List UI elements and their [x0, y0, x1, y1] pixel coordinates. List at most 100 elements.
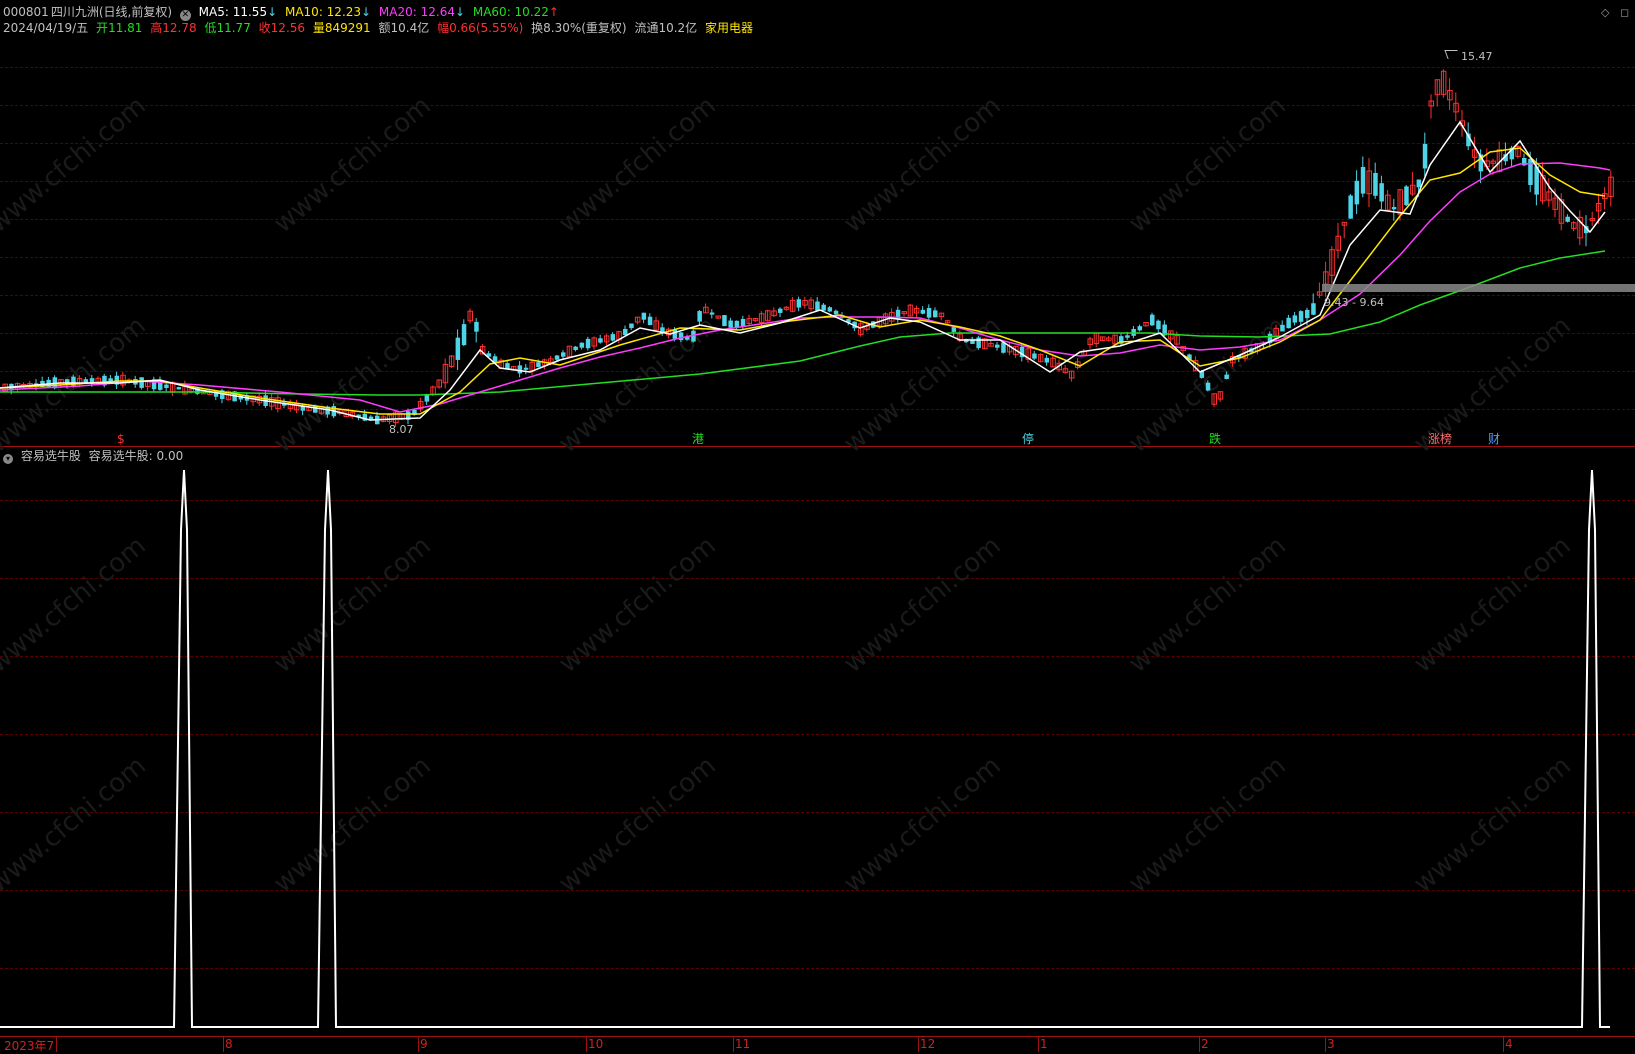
change: 幅0.66(5.55%) [437, 21, 524, 35]
chart-header: 000801 四川九洲(日线,前复权) ✕ MA5: 11.55↓ MA10: 1… [3, 5, 563, 21]
x-tick [1199, 1036, 1200, 1052]
candle-body [1565, 216, 1570, 222]
chart-mode[interactable]: (日线,前复权) [99, 5, 172, 19]
ma10-value: MA10: 12.23↓ [284, 5, 372, 19]
amount: 额10.4亿 [378, 21, 430, 35]
event-marker-drop[interactable]: 跌 [1209, 432, 1221, 446]
x-axis-label: 2 [1201, 1037, 1209, 1051]
low-mark-label: 8.07 [389, 423, 414, 436]
candle-body [1379, 183, 1384, 202]
candle-body [164, 384, 169, 388]
price-chart[interactable] [0, 40, 1635, 445]
candle-body [536, 362, 541, 367]
x-axis-label: 3 [1327, 1037, 1335, 1051]
range-box-label: 9.43 - 9.64 [1324, 296, 1384, 309]
event-marker-hk[interactable]: 港 [692, 432, 704, 446]
candle-body [821, 304, 826, 311]
candle-body [933, 310, 938, 318]
candle-body [1404, 186, 1409, 206]
ma5-value: MA5: 11.55↓ [198, 5, 278, 19]
indicator-line [0, 469, 1610, 1028]
x-tick [223, 1036, 224, 1052]
x-axis-label: 10 [588, 1037, 604, 1051]
sector-link[interactable]: 家用电器 [705, 21, 753, 35]
x-axis-label: 1 [1040, 1037, 1048, 1051]
candle-body [1205, 382, 1211, 391]
candle-body [672, 329, 678, 339]
stock-name[interactable]: 四川九洲 [51, 5, 99, 19]
indicator-chart[interactable] [0, 460, 1635, 1040]
settings-gear-icon[interactable]: ✕ [179, 10, 191, 21]
ma60-value: MA60: 10.22↑ [472, 5, 559, 19]
candle-body [1311, 303, 1316, 315]
candle-body [709, 312, 715, 315]
x-axis-label: 4 [1505, 1037, 1513, 1051]
panel-toggle-icon[interactable]: ◻ [1620, 6, 1629, 19]
candle-body [561, 352, 566, 357]
candle-body [1156, 320, 1161, 330]
float-cap: 流通10.2亿 [634, 21, 698, 35]
event-marker-dollar[interactable]: $ [117, 432, 125, 446]
candle-body [734, 320, 740, 328]
high-mark-pointer [1444, 50, 1461, 59]
high-mark-label: 15.47 [1461, 50, 1493, 63]
x-tick [1038, 1036, 1039, 1052]
candle-body [139, 377, 144, 388]
candle-body [176, 387, 182, 390]
x-axis-label: 8 [225, 1037, 233, 1051]
candle-body [610, 334, 616, 341]
x-axis [0, 1036, 1635, 1037]
x-axis-label: 2023年7 [4, 1039, 55, 1053]
candle-body [697, 311, 702, 322]
candle-body [926, 307, 932, 318]
x-tick [56, 1036, 57, 1052]
open-price: 开11.81 [96, 21, 143, 35]
candle-body [585, 338, 591, 349]
panel-divider[interactable] [0, 446, 1635, 447]
candle-body [598, 338, 603, 343]
candle-body [1280, 324, 1285, 332]
event-marker-finance[interactable]: 财 [1488, 432, 1500, 446]
candle-body [1305, 309, 1310, 319]
x-tick [418, 1036, 419, 1052]
low-price: 低11.77 [204, 21, 251, 35]
stock-code[interactable]: 000801 [3, 5, 49, 19]
candle-body [833, 310, 839, 315]
candle-body [1391, 207, 1397, 210]
candle-body [1528, 159, 1533, 185]
candle-body [474, 321, 479, 332]
candle-body [455, 337, 461, 360]
candle-body [517, 365, 523, 374]
candle-body [995, 344, 1000, 348]
ma5-line [0, 120, 1606, 421]
candle-body [461, 324, 467, 346]
bar-info-row: 2024/04/19/五 开11.81 高12.78 低11.77 收12.56… [3, 21, 757, 35]
candle-body [1150, 314, 1155, 326]
candle-body [523, 367, 529, 370]
candle-body [740, 318, 746, 327]
x-axis-label: 9 [420, 1037, 428, 1051]
candle-body [573, 346, 578, 350]
x-axis-label: 11 [735, 1037, 751, 1051]
candle-body [71, 376, 76, 387]
x-tick [586, 1036, 587, 1052]
ma20-value: MA20: 12.64↓ [378, 5, 466, 19]
bar-date: 2024/04/19/五 [3, 21, 89, 35]
candle-body [951, 327, 957, 332]
expand-diamond-icon[interactable]: ◇ [1601, 6, 1609, 19]
candle-body [1137, 326, 1143, 331]
candle-body [920, 309, 926, 314]
candle-body [1354, 180, 1360, 205]
candle-body [1416, 179, 1422, 188]
close-price: 收12.56 [258, 21, 306, 35]
candle-body [1044, 357, 1050, 363]
candle-body [976, 337, 981, 348]
candle-body [827, 307, 833, 312]
event-marker-halt[interactable]: 停 [1022, 432, 1034, 446]
event-marker-limit-list[interactable]: 涨榜 [1428, 432, 1452, 446]
candle-body [623, 328, 628, 336]
turnover: 换8.30%(重复权) [531, 21, 627, 35]
candlesticks [2, 69, 1614, 427]
candle-body [1298, 311, 1304, 322]
candle-body [1373, 173, 1378, 196]
